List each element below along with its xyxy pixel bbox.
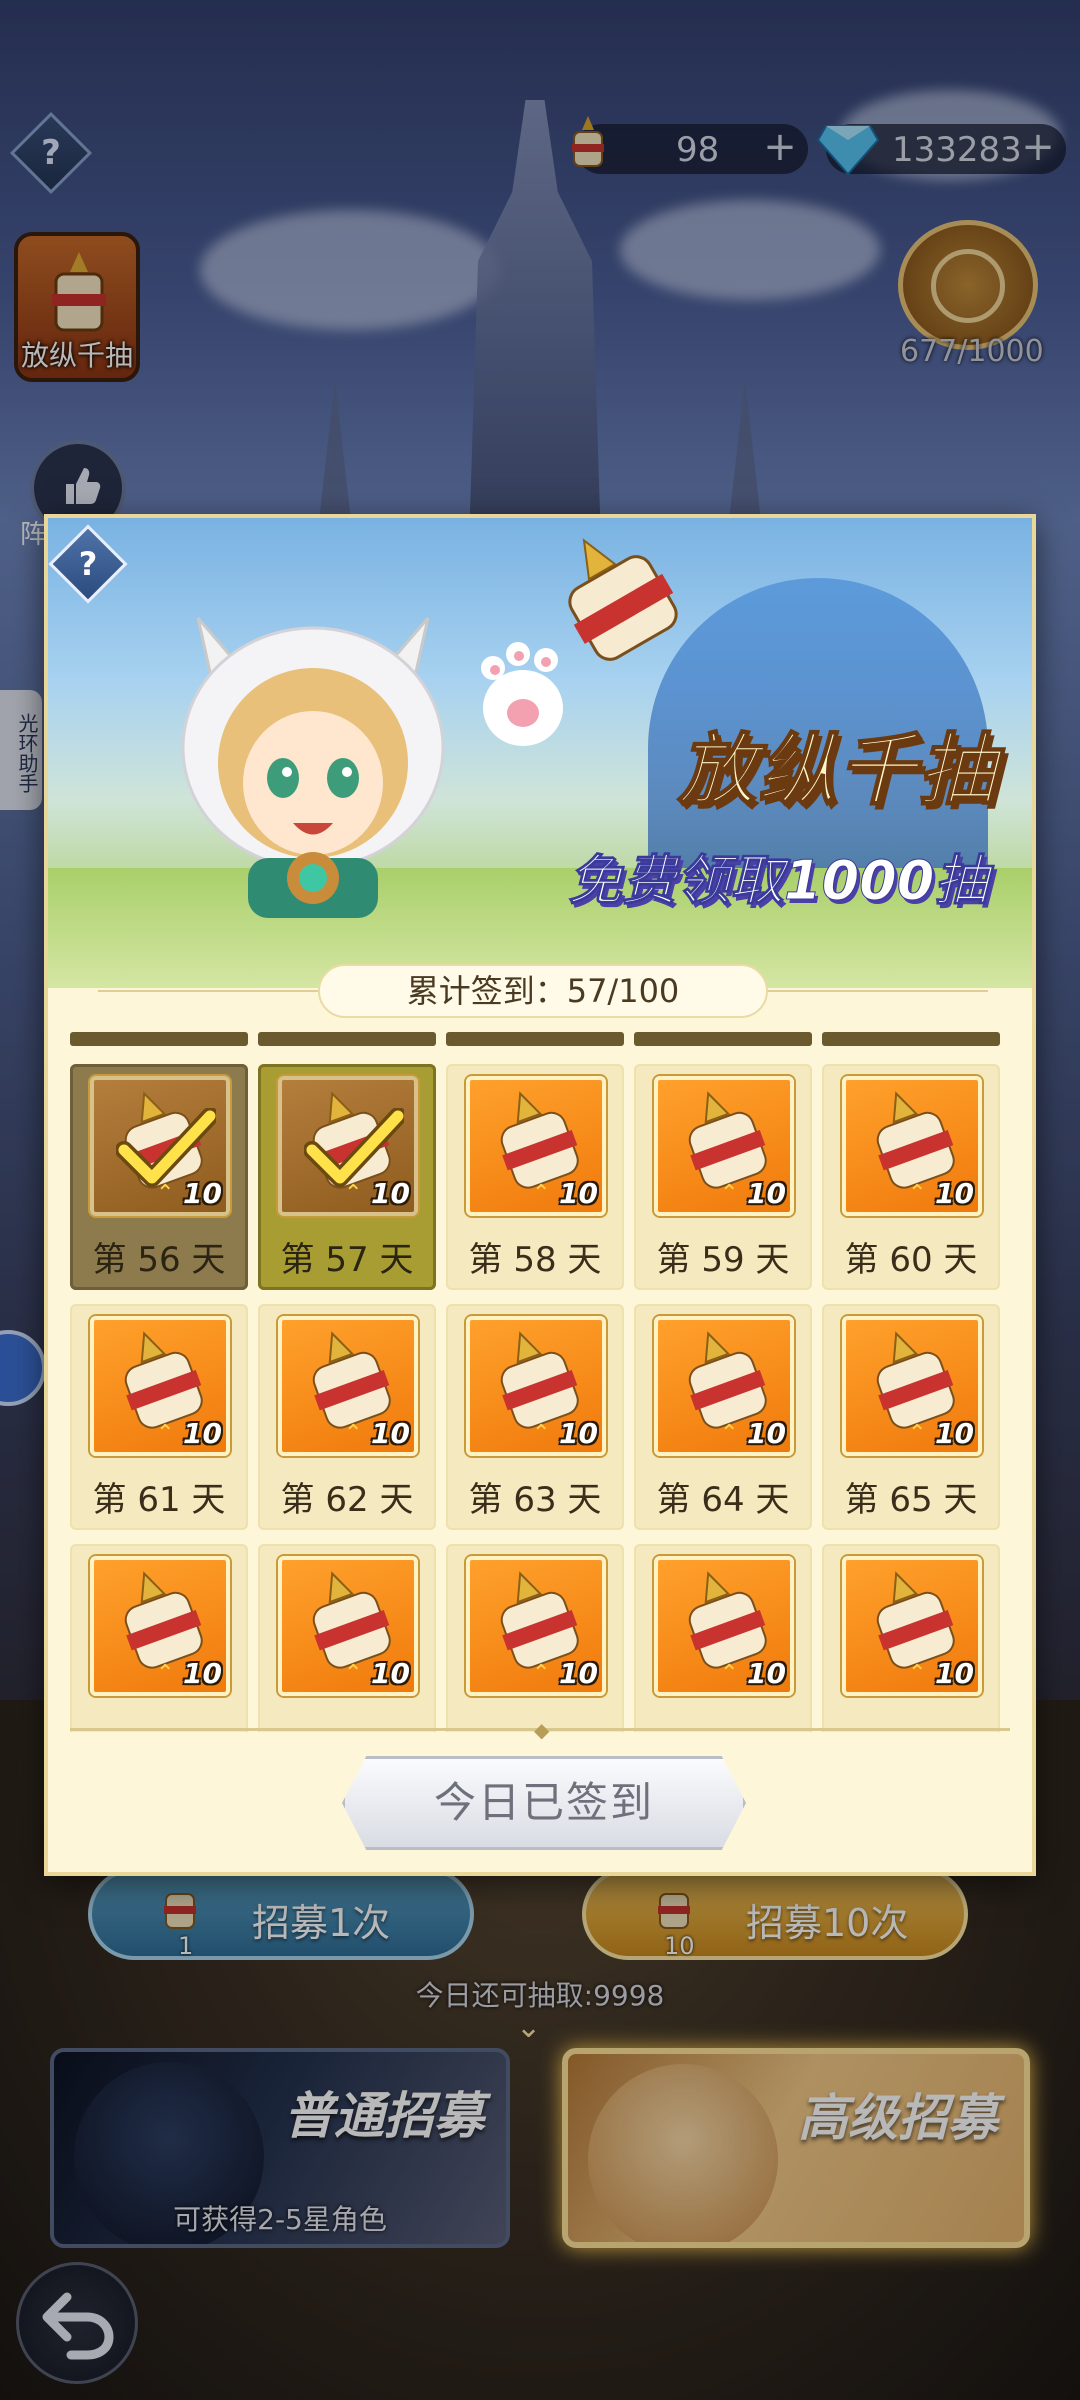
signed-today-label: 今日已签到 xyxy=(433,1778,654,1827)
reward-item-slot: ⌃ 10 xyxy=(278,1316,418,1456)
reward-item-slot: ⌃ 10 xyxy=(90,1076,230,1216)
checkmark-icon xyxy=(303,1107,407,1192)
reward-quantity: 10 xyxy=(183,1657,222,1690)
column-header-bar xyxy=(446,1032,624,1046)
signed-today-button[interactable]: 今日已签到 xyxy=(342,1756,746,1850)
reward-day-cell[interactable]: ⌃ 10 第 62 天 xyxy=(258,1304,436,1530)
reward-day-cell[interactable]: ⌃ 10 第 57 天 xyxy=(258,1064,436,1290)
reward-item-slot: ⌃ 10 xyxy=(654,1556,794,1696)
reward-day-cell[interactable]: ⌃ 10 第 56 天 xyxy=(70,1064,248,1290)
day-label: 第 59 天 xyxy=(656,1240,790,1280)
scroll-indicator-icon: ◆ xyxy=(534,1718,550,1742)
reward-quantity: 10 xyxy=(371,1417,410,1450)
event-banner: ? 放纵千抽 免费领取1000抽 xyxy=(48,518,1032,988)
divider xyxy=(768,990,988,992)
reward-item-slot: ⌃ 10 xyxy=(842,1316,982,1456)
reward-quantity: 10 xyxy=(183,1417,222,1450)
reward-day-cell[interactable]: ⌃ 10 xyxy=(822,1544,1000,1732)
rarity-chevron-icon: ⌃ xyxy=(532,1661,551,1686)
rarity-chevron-icon: ⌃ xyxy=(532,1421,551,1446)
day-label: 第 61 天 xyxy=(92,1480,226,1520)
reward-day-cell[interactable]: ⌃ 10 第 61 天 xyxy=(70,1304,248,1530)
cat-girl-character-illustration xyxy=(181,617,445,918)
column-header-bar xyxy=(822,1032,1000,1046)
event-subtitle: 免费领取1000抽 xyxy=(567,849,989,913)
reward-quantity: 10 xyxy=(747,1417,786,1450)
reward-day-cell[interactable]: ⌃ 10 xyxy=(446,1544,624,1732)
reward-item-slot: ⌃ 10 xyxy=(842,1556,982,1696)
checkmark-icon xyxy=(115,1107,219,1192)
reward-grid[interactable]: ⌃ 10 第 56 天 ⌃ 10 第 57 天 ⌃ 10 第 58 天 ⌃ 10 第 59 天 ⌃ 10 第… xyxy=(70,1032,1010,1732)
signin-progress: 累计签到：57/100 xyxy=(318,964,768,1018)
reward-item-slot: ⌃ 10 xyxy=(654,1316,794,1456)
reward-item-slot: ⌃ 10 xyxy=(278,1556,418,1696)
column-header-bar xyxy=(634,1032,812,1046)
day-label: 第 56 天 xyxy=(92,1240,226,1280)
rarity-chevron-icon: ⌃ xyxy=(720,1421,739,1446)
column-header-bar xyxy=(258,1032,436,1046)
rarity-chevron-icon: ⌃ xyxy=(720,1661,739,1686)
rarity-chevron-icon: ⌃ xyxy=(532,1181,551,1206)
day-label: 第 65 天 xyxy=(844,1480,978,1520)
reward-day-cell[interactable]: ⌃ 10 第 65 天 xyxy=(822,1304,1000,1530)
day-label: 第 62 天 xyxy=(280,1480,414,1520)
reward-day-cell[interactable]: ⌃ 10 第 64 天 xyxy=(634,1304,812,1530)
reward-item-slot: ⌃ 10 xyxy=(278,1076,418,1216)
reward-day-cell[interactable]: ⌃ 10 第 63 天 xyxy=(446,1304,624,1530)
reward-day-cell[interactable]: ⌃ 10 第 60 天 xyxy=(822,1064,1000,1290)
day-label: 第 64 天 xyxy=(656,1480,790,1520)
divider xyxy=(98,990,318,992)
help-icon: ? xyxy=(78,545,98,583)
reward-quantity: 10 xyxy=(747,1177,786,1210)
day-label: 第 60 天 xyxy=(844,1240,978,1280)
reward-item-slot: ⌃ 10 xyxy=(466,1316,606,1456)
reward-day-cell[interactable]: ⌃ 10 xyxy=(258,1544,436,1732)
rarity-chevron-icon: ⌃ xyxy=(156,1421,175,1446)
reward-item-slot: ⌃ 10 xyxy=(90,1316,230,1456)
reward-day-cell[interactable]: ⌃ 10 xyxy=(634,1544,812,1732)
reward-item-slot: ⌃ 10 xyxy=(466,1076,606,1216)
rarity-chevron-icon: ⌃ xyxy=(908,1181,927,1206)
reward-quantity: 10 xyxy=(371,1657,410,1690)
column-header-bar xyxy=(70,1032,248,1046)
reward-day-cell[interactable]: ⌃ 10 第 59 天 xyxy=(634,1064,812,1290)
reward-quantity: 10 xyxy=(559,1177,598,1210)
signin-popup: ? 放纵千抽 免费领取1000抽 累计签到：57/100 ⌃ 10 第 56 天 ⌃ 1… xyxy=(44,514,1036,1876)
reward-item-slot: ⌃ 10 xyxy=(90,1556,230,1696)
rarity-chevron-icon: ⌃ xyxy=(720,1181,739,1206)
day-label: 第 63 天 xyxy=(468,1480,602,1520)
reward-quantity: 10 xyxy=(935,1177,974,1210)
reward-quantity: 10 xyxy=(559,1657,598,1690)
rarity-chevron-icon: ⌃ xyxy=(908,1421,927,1446)
reward-day-cell[interactable]: ⌃ 10 xyxy=(70,1544,248,1732)
reward-quantity: 10 xyxy=(935,1657,974,1690)
reward-day-cell[interactable]: ⌃ 10 第 58 天 xyxy=(446,1064,624,1290)
reward-quantity: 10 xyxy=(747,1657,786,1690)
reward-quantity: 10 xyxy=(935,1417,974,1450)
day-label: 第 58 天 xyxy=(468,1240,602,1280)
day-label: 第 57 天 xyxy=(280,1240,414,1280)
reward-item-slot: ⌃ 10 xyxy=(466,1556,606,1696)
rarity-chevron-icon: ⌃ xyxy=(344,1421,363,1446)
popup-help-button[interactable]: ? xyxy=(48,524,128,604)
scroll-ticket-icon xyxy=(568,538,678,661)
reward-quantity: 10 xyxy=(559,1417,598,1450)
reward-item-slot: ⌃ 10 xyxy=(654,1076,794,1216)
rarity-chevron-icon: ⌃ xyxy=(156,1661,175,1686)
rarity-chevron-icon: ⌃ xyxy=(344,1661,363,1686)
rarity-chevron-icon: ⌃ xyxy=(908,1661,927,1686)
event-title: 放纵千抽 xyxy=(677,725,999,817)
reward-item-slot: ⌃ 10 xyxy=(842,1076,982,1216)
